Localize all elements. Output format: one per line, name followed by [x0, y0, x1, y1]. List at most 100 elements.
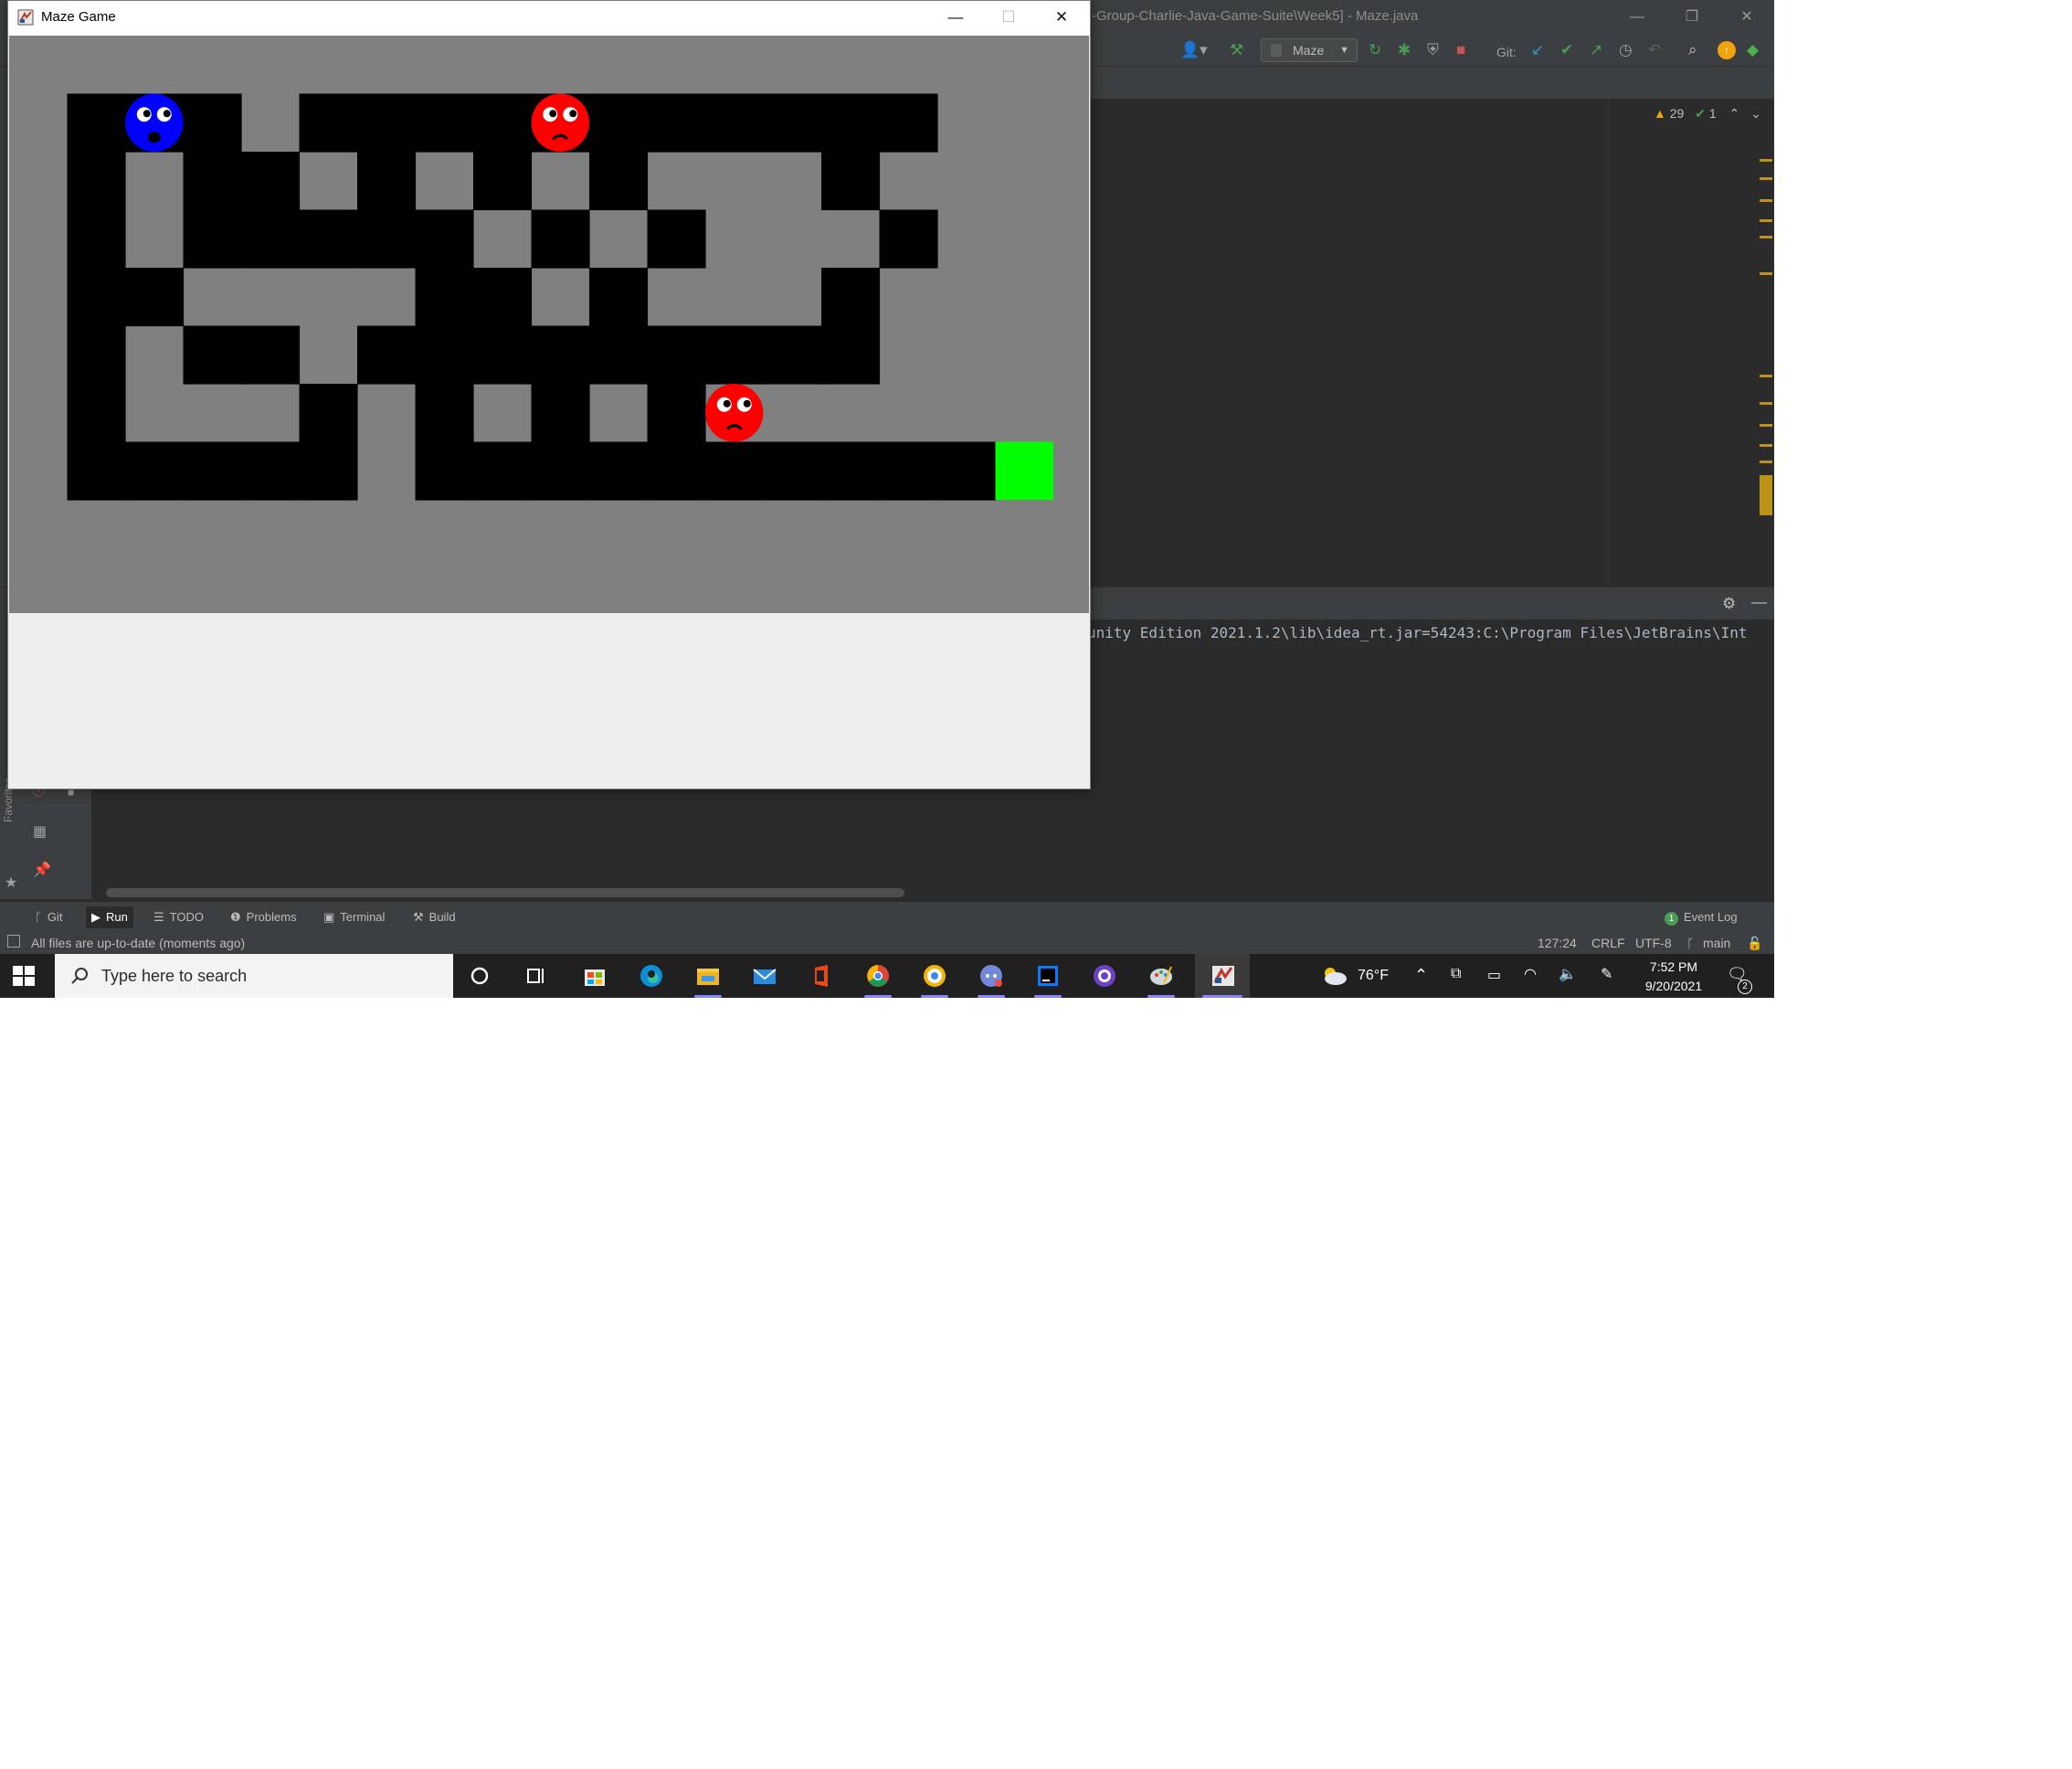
- maze-path-cell: [531, 209, 590, 269]
- event-log-label: Event Log: [1684, 910, 1738, 924]
- maze-path-cell: [67, 152, 126, 211]
- hammer-icon: ⚒: [413, 910, 424, 924]
- maze-titlebar[interactable]: Maze Game — ☐ ✕: [8, 1, 1090, 36]
- tab-git[interactable]: ᚴ Git: [35, 910, 62, 924]
- maze-path-cell: [415, 268, 474, 327]
- edge-browser-icon[interactable]: [636, 961, 667, 990]
- maze-path-cell: [67, 268, 126, 327]
- eye-pupil: [723, 399, 731, 408]
- caret-position[interactable]: 127:24: [1538, 936, 1577, 950]
- ide-restore-button[interactable]: ❐: [1665, 0, 1719, 35]
- tab-todo-label: TODO: [169, 910, 204, 924]
- rerun-icon[interactable]: ↻: [1369, 40, 1381, 60]
- history-clock-icon[interactable]: ◷: [1619, 40, 1633, 60]
- tab-event-log[interactable]: 1 Event Log: [1665, 910, 1738, 926]
- close-button[interactable]: ✕: [1035, 1, 1088, 36]
- tab-build[interactable]: ⚒ Build: [413, 910, 456, 925]
- ide-close-button[interactable]: ✕: [1719, 0, 1774, 35]
- meet-now-icon[interactable]: ⧉: [1451, 966, 1461, 998]
- tab-git-label: Git: [47, 910, 63, 924]
- maze-path-cell: [183, 325, 242, 385]
- line-separator[interactable]: CRLF: [1591, 936, 1625, 950]
- maximize-button[interactable]: ☐: [982, 1, 1035, 36]
- wifi-icon[interactable]: ◠: [1524, 965, 1537, 998]
- ide-minimize-button[interactable]: —: [1610, 0, 1665, 35]
- console-horizontal-scrollbar[interactable]: [106, 888, 904, 897]
- mail-icon[interactable]: [749, 961, 780, 990]
- inspection-widget[interactable]: ▲ 29 ✔ 1 ⌃ ⌄: [1654, 106, 1761, 122]
- tab-problems[interactable]: ❶ Problems: [230, 910, 297, 925]
- github-desktop-icon[interactable]: [1089, 961, 1120, 990]
- stop-icon[interactable]: ■: [1456, 40, 1465, 60]
- chevron-up-icon[interactable]: ⌃: [1729, 106, 1740, 121]
- maze-path-cell: [415, 441, 474, 501]
- taskbar-search-box[interactable]: Type here to search: [55, 954, 453, 998]
- build-hammer-icon[interactable]: ⚒: [1230, 40, 1243, 60]
- chrome-icon[interactable]: [862, 961, 893, 990]
- search-everywhere-icon[interactable]: ⌕: [1688, 40, 1697, 60]
- maze-path-cell: [125, 268, 185, 327]
- paint-app-icon[interactable]: [1146, 961, 1177, 990]
- microsoft-store-icon[interactable]: [579, 961, 610, 990]
- git-push-icon[interactable]: ↗: [1590, 40, 1602, 60]
- maze-path-cell: [415, 384, 474, 443]
- intellij-icon[interactable]: [1032, 961, 1063, 990]
- lock-icon[interactable]: 🔓: [1747, 936, 1762, 951]
- stripe-mark: [1760, 424, 1772, 427]
- clock-time: 7:52 PM: [1649, 959, 1698, 974]
- pen-icon[interactable]: ✎: [1601, 965, 1612, 998]
- maze-path-cell: [241, 209, 301, 269]
- maze-path-cell: [67, 93, 126, 153]
- maze-path-cell: [183, 93, 242, 153]
- run-config-dropdown[interactable]: Maze ▼: [1261, 38, 1358, 62]
- coverage-shield-icon[interactable]: ⛨: [1427, 40, 1439, 60]
- maze-path-cell: [241, 325, 301, 385]
- running-indicator: [921, 995, 948, 998]
- minimize-panel-icon[interactable]: —: [1751, 593, 1767, 611]
- jetbrains-toolbox-icon[interactable]: ◆: [1747, 40, 1759, 60]
- run-config-icon: [1271, 44, 1282, 57]
- chevron-down-icon[interactable]: ⌄: [1750, 106, 1761, 121]
- maze-path-cell: [473, 441, 533, 501]
- tab-todo[interactable]: ☰ TODO: [153, 910, 204, 925]
- maze-path-cell: [821, 325, 881, 385]
- stripe-mark: [1760, 159, 1772, 162]
- battery-icon[interactable]: ▭: [1487, 966, 1501, 998]
- stripe-mark: [1760, 444, 1772, 447]
- file-encoding[interactable]: UTF-8: [1635, 936, 1672, 950]
- chevron-down-icon: ▼: [1339, 45, 1349, 56]
- update-available-icon[interactable]: ↑: [1718, 41, 1736, 59]
- task-view-icon[interactable]: [521, 961, 552, 990]
- git-commit-check-icon[interactable]: ✔: [1560, 40, 1573, 60]
- discord-icon[interactable]: [976, 961, 1007, 990]
- gear-icon[interactable]: ⚙: [1722, 595, 1736, 613]
- pin-icon[interactable]: 📌: [33, 861, 51, 879]
- volume-icon[interactable]: 🔈: [1559, 965, 1577, 998]
- git-update-icon[interactable]: ↙: [1531, 40, 1544, 60]
- status-toggle-icon[interactable]: [7, 935, 20, 948]
- maze-canvas[interactable]: [9, 36, 1089, 613]
- chevron-up-icon[interactable]: ⌃: [1414, 966, 1428, 998]
- maze-path-cell: [647, 441, 706, 501]
- minimize-button[interactable]: —: [929, 1, 982, 36]
- file-explorer-icon[interactable]: [692, 961, 724, 990]
- rollback-icon[interactable]: ↶: [1648, 40, 1661, 60]
- office-icon[interactable]: [806, 961, 837, 990]
- maze-path-cell: [763, 93, 822, 153]
- info-icon: ❶: [230, 910, 241, 924]
- java-app-taskbar-icon[interactable]: [1208, 961, 1239, 990]
- windows-start-icon[interactable]: [11, 963, 37, 989]
- taskbar-clock[interactable]: 7:52 PM 9/20/2021: [1635, 958, 1712, 996]
- layout-icon[interactable]: ▦: [33, 822, 47, 841]
- git-branch-name[interactable]: main: [1703, 936, 1730, 950]
- star-icon[interactable]: ★: [5, 874, 17, 892]
- tab-terminal[interactable]: ▣ Terminal: [323, 910, 385, 925]
- warning-icon: ▲: [1654, 106, 1666, 121]
- git-label: Git:: [1496, 45, 1517, 59]
- chrome-profile-icon[interactable]: [919, 961, 950, 990]
- maze-path-cell: [589, 441, 649, 501]
- cortana-icon[interactable]: [464, 961, 495, 990]
- debug-bug-icon[interactable]: ✱: [1398, 40, 1411, 60]
- user-icon[interactable]: 👤▾: [1180, 40, 1208, 60]
- tab-run[interactable]: ▶ Run: [86, 906, 133, 928]
